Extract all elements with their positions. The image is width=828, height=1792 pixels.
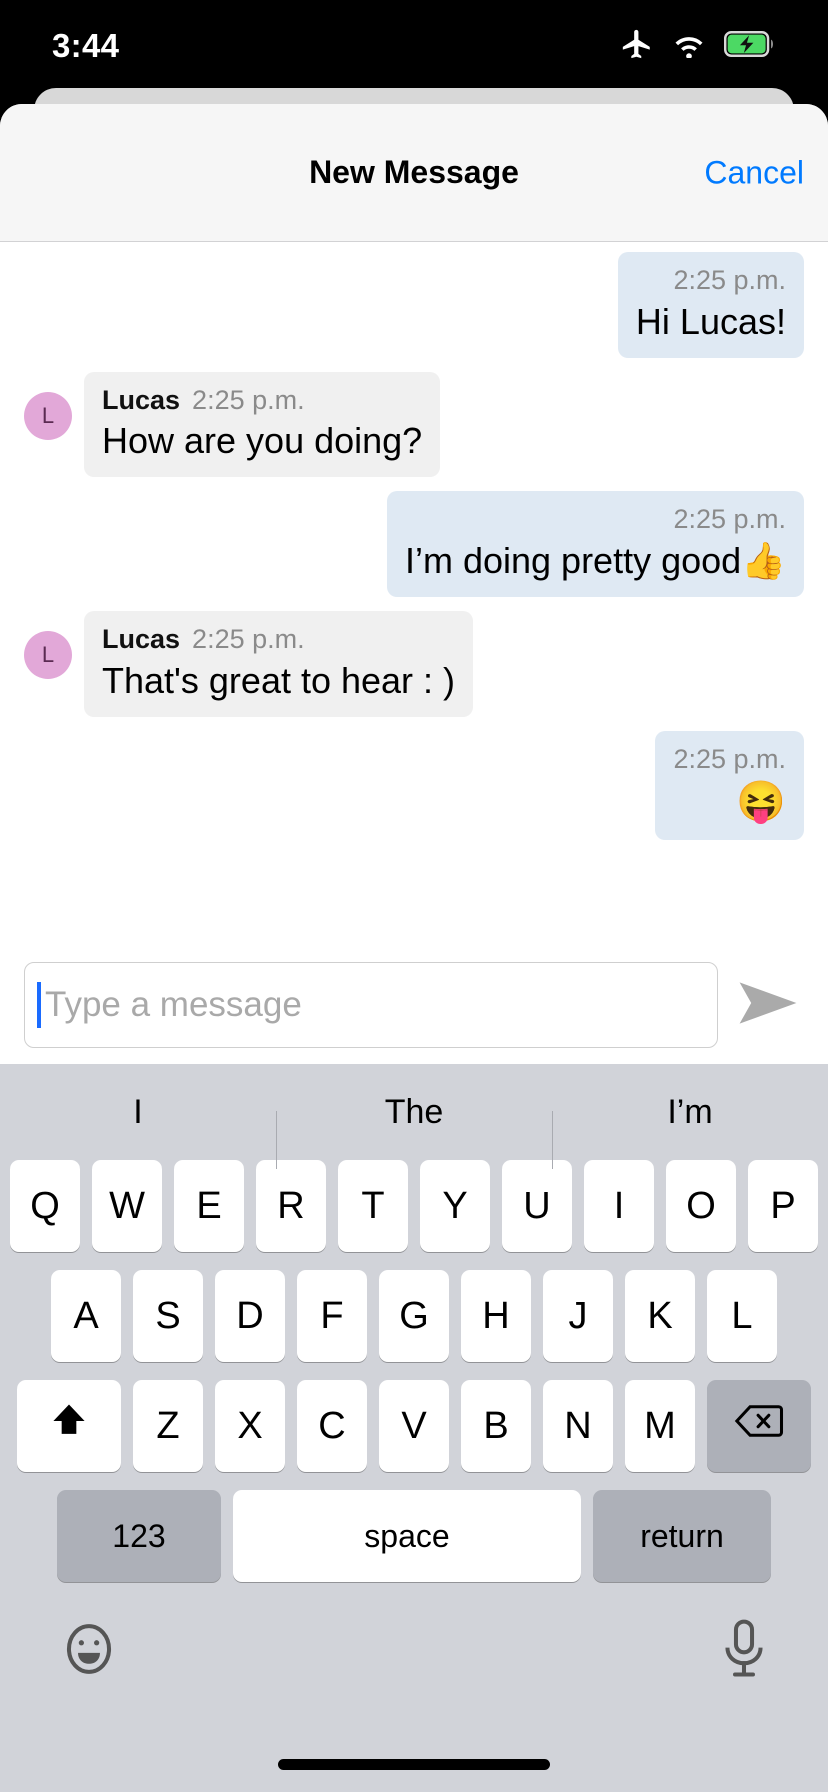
message-input-placeholder: Type a message [45, 985, 302, 1024]
prediction-bar: I The I’m [0, 1064, 828, 1169]
message-row-incoming: L Lucas 2:25 p.m. That's great to hear : … [0, 610, 828, 717]
send-arrow-icon [737, 979, 799, 1032]
battery-charging-icon [724, 30, 776, 63]
text-cursor [37, 982, 41, 1028]
prediction-item-0[interactable]: I [0, 1093, 276, 1132]
keyboard-bottom-bar [0, 1600, 828, 1685]
message-bubble[interactable]: 2:25 p.m. I’m doing pretty good👍 [386, 491, 804, 597]
message-bubble[interactable]: Lucas 2:25 p.m. That's great to hear : ) [84, 610, 474, 717]
message-time: 2:25 p.m. [673, 504, 786, 535]
key-t[interactable]: T [338, 1160, 408, 1252]
key-s[interactable]: S [133, 1270, 203, 1362]
key-b[interactable]: B [461, 1380, 531, 1472]
prediction-item-2[interactable]: I’m [552, 1093, 828, 1169]
numbers-key[interactable]: 123 [57, 1490, 221, 1582]
backspace-key[interactable] [707, 1380, 811, 1472]
key-a[interactable]: A [51, 1270, 121, 1362]
shift-key[interactable] [17, 1380, 121, 1472]
message-row-outgoing: 2:25 p.m. Hi Lucas! [0, 252, 828, 358]
key-x[interactable]: X [215, 1380, 285, 1472]
phone-screen: 3:44 New Message Cancel 2:25 p.m. Hi Luc… [0, 0, 828, 1792]
message-bubble[interactable]: Lucas 2:25 p.m. How are you doing? [84, 371, 441, 478]
keyboard-row-2: A S D F G H J K L [0, 1270, 828, 1362]
keyboard-row-1: Q W E R T Y U I O P [0, 1160, 828, 1252]
message-text: How are you doing? [102, 420, 423, 462]
status-bar: 3:44 [0, 0, 828, 92]
status-icon-group [620, 27, 776, 66]
cancel-button[interactable]: Cancel [704, 154, 804, 191]
wifi-icon [671, 30, 707, 63]
sheet-header: New Message Cancel [0, 104, 828, 242]
key-m[interactable]: M [625, 1380, 695, 1472]
home-indicator [278, 1759, 550, 1770]
message-row-incoming: L Lucas 2:25 p.m. How are you doing? [0, 371, 828, 478]
message-meta: 2:25 p.m. [405, 503, 786, 537]
key-y[interactable]: Y [420, 1160, 490, 1252]
message-time: 2:25 p.m. [192, 623, 305, 654]
key-r[interactable]: R [256, 1160, 326, 1252]
message-text: That's great to hear : ) [102, 659, 456, 701]
return-key[interactable]: return [593, 1490, 771, 1582]
key-z[interactable]: Z [133, 1380, 203, 1472]
key-n[interactable]: N [543, 1380, 613, 1472]
airplane-icon [620, 27, 654, 66]
space-key[interactable]: space [233, 1490, 581, 1582]
avatar: L [24, 630, 72, 679]
keyboard-row-3: Z X C V B N M [0, 1380, 828, 1472]
message-text: 😝 [736, 780, 786, 825]
status-time: 3:44 [52, 27, 120, 64]
key-k[interactable]: K [625, 1270, 695, 1362]
key-l[interactable]: L [707, 1270, 777, 1362]
message-input[interactable]: Type a message [24, 962, 718, 1048]
page-title: New Message [309, 154, 519, 190]
emoji-key[interactable] [58, 1618, 120, 1685]
key-o[interactable]: O [666, 1160, 736, 1252]
key-h[interactable]: H [461, 1270, 531, 1362]
key-d[interactable]: D [215, 1270, 285, 1362]
microphone-icon [718, 1619, 770, 1684]
message-list[interactable]: 2:25 p.m. Hi Lucas! L Lucas 2:25 p.m. How… [0, 242, 828, 954]
keyboard-row-4: 123 space return [0, 1490, 828, 1582]
backspace-icon [734, 1402, 784, 1450]
message-meta: Lucas 2:25 p.m. [102, 623, 455, 657]
message-time: 2:25 p.m. [192, 384, 305, 415]
key-w[interactable]: W [92, 1160, 162, 1252]
prediction-item-1[interactable]: The [276, 1093, 552, 1169]
emoji-icon [58, 1624, 120, 1684]
message-text: Hi Lucas! [635, 300, 786, 342]
key-e[interactable]: E [174, 1160, 244, 1252]
key-i[interactable]: I [584, 1160, 654, 1252]
message-bubble[interactable]: 2:25 p.m. Hi Lucas! [617, 252, 804, 358]
message-row-outgoing: 2:25 p.m. 😝 [0, 730, 828, 841]
avatar: L [24, 391, 72, 440]
message-bubble[interactable]: 2:25 p.m. 😝 [655, 730, 804, 841]
microphone-key[interactable] [718, 1618, 770, 1685]
key-v[interactable]: V [379, 1380, 449, 1472]
key-j[interactable]: J [543, 1270, 613, 1362]
message-row-outgoing: 2:25 p.m. I’m doing pretty good👍 [0, 491, 828, 597]
message-text: I’m doing pretty good👍 [404, 540, 786, 582]
message-meta: 2:25 p.m. [673, 743, 786, 777]
message-meta: Lucas 2:25 p.m. [102, 384, 422, 418]
key-p[interactable]: P [748, 1160, 818, 1252]
send-button[interactable] [732, 979, 804, 1032]
message-sender: Lucas [102, 384, 181, 415]
key-c[interactable]: C [297, 1380, 367, 1472]
key-f[interactable]: F [297, 1270, 367, 1362]
new-message-sheet: New Message Cancel 2:25 p.m. Hi Lucas! L… [0, 104, 828, 1792]
virtual-keyboard[interactable]: I The I’m Q W E R T Y U I O P A S D F G … [0, 1064, 828, 1792]
message-sender: Lucas [102, 623, 181, 654]
composer-bar: Type a message [0, 954, 828, 1070]
key-g[interactable]: G [379, 1270, 449, 1362]
key-u[interactable]: U [502, 1160, 572, 1252]
message-meta: 2:25 p.m. [636, 264, 786, 298]
message-time: 2:25 p.m. [673, 743, 786, 774]
message-time: 2:25 p.m. [673, 265, 786, 295]
shift-icon [47, 1399, 91, 1453]
key-q[interactable]: Q [10, 1160, 80, 1252]
